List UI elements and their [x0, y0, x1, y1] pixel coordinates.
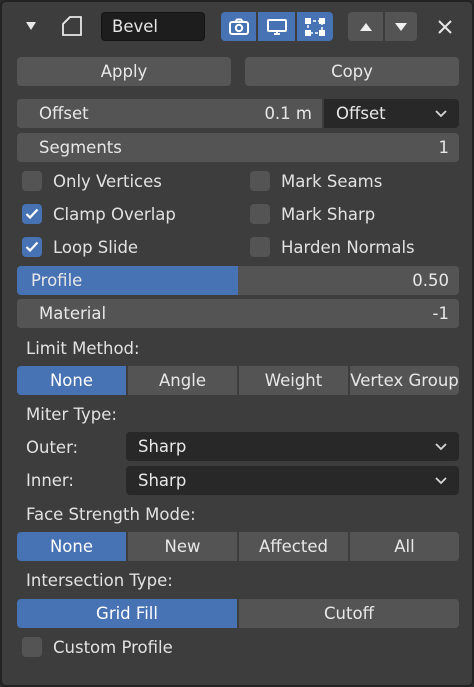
- face-strength-option-none[interactable]: None: [17, 532, 126, 561]
- copy-button[interactable]: Copy: [245, 57, 459, 86]
- offset-field[interactable]: Offset 0.1 m: [17, 99, 322, 128]
- segments-label: Segments: [39, 138, 122, 157]
- checkbox-box[interactable]: [22, 637, 42, 657]
- editmode-toggle-button[interactable]: [297, 12, 333, 41]
- triangle-down-icon: [395, 22, 407, 31]
- material-field[interactable]: Material -1: [17, 299, 459, 328]
- render-toggle-button[interactable]: [221, 12, 256, 41]
- profile-slider[interactable]: Profile 0.50: [17, 266, 459, 295]
- segments-value: 1: [438, 138, 450, 157]
- inner-label: Inner:: [26, 470, 74, 490]
- limit-method-selector: None Angle Weight Vertex Group: [17, 366, 459, 395]
- offset-label: Offset: [39, 104, 89, 123]
- copy-label: Copy: [331, 62, 373, 81]
- chevron-down-icon: [435, 109, 447, 117]
- chevron-down-icon: [435, 476, 447, 484]
- limit-method-label: Limit Method:: [26, 338, 140, 358]
- intersection-option-grid-fill[interactable]: Grid Fill: [17, 599, 237, 628]
- checkbox-label: Mark Seams: [281, 171, 383, 191]
- mark-seams-checkbox[interactable]: Mark Seams: [250, 169, 382, 193]
- move-up-button[interactable]: [348, 12, 383, 41]
- close-button[interactable]: [432, 14, 458, 40]
- face-strength-option-new[interactable]: New: [128, 532, 237, 561]
- apply-button[interactable]: Apply: [17, 57, 231, 86]
- camera-icon: [228, 18, 249, 35]
- offset-type-value: Offset: [336, 104, 386, 123]
- bevel-modifier-icon: [60, 14, 84, 38]
- clamp-overlap-checkbox[interactable]: Clamp Overlap: [22, 202, 176, 226]
- checkbox-label: Mark Sharp: [281, 204, 376, 224]
- profile-value: 0.50: [412, 271, 449, 290]
- profile-label: Profile: [31, 271, 83, 290]
- checkmark-icon: [25, 241, 39, 253]
- intersection-type-label: Intersection Type:: [26, 570, 173, 590]
- inner-miter-value: Sharp: [138, 471, 187, 490]
- material-value: -1: [432, 304, 449, 323]
- checkbox-label: Clamp Overlap: [53, 204, 176, 224]
- intersection-option-cutoff[interactable]: Cutoff: [239, 599, 459, 628]
- checkbox-box[interactable]: [22, 237, 42, 257]
- offset-value: 0.1 m: [264, 104, 312, 123]
- checkmark-icon: [25, 208, 39, 220]
- viewport-toggle-button[interactable]: [258, 12, 295, 41]
- loop-slide-checkbox[interactable]: Loop Slide: [22, 235, 138, 259]
- apply-label: Apply: [100, 62, 148, 81]
- checkbox-box[interactable]: [22, 171, 42, 191]
- bevel-modifier-panel: Bevel Apply Copy Offset 0.1 m Offset Seg…: [0, 0, 474, 687]
- limit-method-option-angle[interactable]: Angle: [128, 366, 237, 395]
- outer-miter-value: Sharp: [138, 437, 187, 456]
- segments-field[interactable]: Segments 1: [17, 133, 459, 162]
- harden-normals-checkbox[interactable]: Harden Normals: [250, 235, 415, 259]
- miter-type-label: Miter Type:: [26, 404, 117, 424]
- limit-method-option-vertex-group[interactable]: Vertex Group: [350, 366, 459, 395]
- face-strength-label: Face Strength Mode:: [26, 504, 196, 524]
- close-icon: [438, 20, 452, 34]
- checkbox-box[interactable]: [250, 171, 270, 191]
- checkbox-label: Only Vertices: [53, 171, 162, 191]
- edit-mode-icon: [305, 17, 325, 36]
- limit-method-option-none[interactable]: None: [17, 366, 126, 395]
- outer-miter-dropdown[interactable]: Sharp: [126, 432, 459, 461]
- chevron-down-icon: [435, 442, 447, 450]
- checkbox-label: Harden Normals: [281, 237, 415, 257]
- face-strength-option-all[interactable]: All: [350, 532, 459, 561]
- checkbox-label: Loop Slide: [53, 237, 139, 257]
- custom-profile-checkbox[interactable]: Custom Profile: [22, 635, 173, 659]
- outer-label: Outer:: [26, 437, 79, 457]
- monitor-icon: [266, 18, 287, 35]
- checkbox-box[interactable]: [22, 204, 42, 224]
- checkbox-box[interactable]: [250, 204, 270, 224]
- offset-type-dropdown[interactable]: Offset: [324, 99, 459, 128]
- move-down-button[interactable]: [385, 12, 417, 41]
- checkbox-label: Custom Profile: [53, 637, 173, 657]
- material-label: Material: [39, 304, 107, 323]
- inner-miter-dropdown[interactable]: Sharp: [126, 466, 459, 495]
- collapse-arrow-icon[interactable]: [22, 17, 40, 35]
- modifier-name-text: Bevel: [112, 17, 158, 36]
- checkbox-box[interactable]: [250, 237, 270, 257]
- intersection-type-selector: Grid Fill Cutoff: [17, 599, 459, 628]
- mark-sharp-checkbox[interactable]: Mark Sharp: [250, 202, 375, 226]
- modifier-name-input[interactable]: Bevel: [101, 12, 205, 41]
- limit-method-option-weight[interactable]: Weight: [239, 366, 348, 395]
- face-strength-selector: None New Affected All: [17, 532, 459, 561]
- face-strength-option-affected[interactable]: Affected: [239, 532, 348, 561]
- only-vertices-checkbox[interactable]: Only Vertices: [22, 169, 162, 193]
- triangle-up-icon: [359, 22, 372, 31]
